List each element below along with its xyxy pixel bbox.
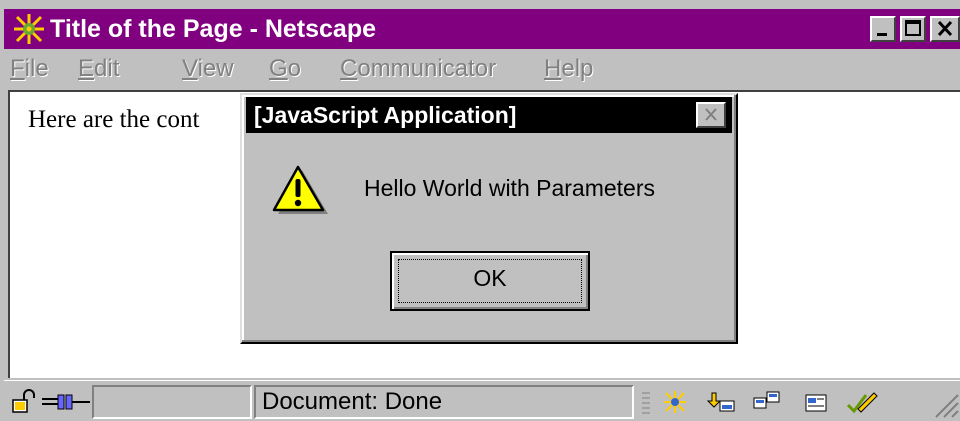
menu-file[interactable]: File xyxy=(10,55,49,83)
browser-window: Title of the Page - Netscape File Edit V… xyxy=(0,0,960,421)
warning-icon xyxy=(272,165,330,217)
navigator-icon[interactable] xyxy=(660,389,690,415)
dialog-title: [JavaScript Application] xyxy=(254,102,517,128)
window-title: Title of the Page - Netscape xyxy=(50,15,377,43)
status-panel: Document: Done xyxy=(254,385,634,419)
minimize-button[interactable] xyxy=(870,16,896,42)
dialog-titlebar[interactable]: [JavaScript Application] xyxy=(246,97,732,133)
menu-communicator[interactable]: Communicator xyxy=(340,55,496,83)
mailbox-icon[interactable] xyxy=(706,389,736,415)
netscape-icon xyxy=(12,12,46,46)
lock-icon[interactable] xyxy=(10,389,38,415)
status-text: Document: Done xyxy=(262,388,443,415)
menu-view[interactable]: View xyxy=(182,55,234,83)
page-text: Here are the cont xyxy=(28,106,200,133)
menu-bar: File Edit View Go Communicator Help xyxy=(4,49,960,89)
editor-icon[interactable] xyxy=(844,389,878,415)
alert-dialog: [JavaScript Application] Hello World wit… xyxy=(240,93,738,344)
maximize-button[interactable] xyxy=(900,16,926,42)
close-button[interactable] xyxy=(930,16,960,42)
menu-help[interactable]: Help xyxy=(544,55,593,83)
progress-panel xyxy=(92,385,252,419)
resize-grip-icon[interactable] xyxy=(930,389,960,419)
status-bar: Document: Done xyxy=(4,380,960,421)
window-titlebar[interactable]: Title of the Page - Netscape xyxy=(4,9,960,49)
connection-icon[interactable] xyxy=(40,389,94,415)
ok-button-label: OK xyxy=(473,265,507,291)
ok-button[interactable]: OK xyxy=(390,251,590,311)
dialog-close-button[interactable] xyxy=(696,102,726,128)
composer-icon[interactable] xyxy=(802,389,832,415)
menu-go[interactable]: Go xyxy=(269,55,301,83)
discussion-icon[interactable] xyxy=(752,389,782,415)
menu-edit[interactable]: Edit xyxy=(78,55,119,83)
grip-icon xyxy=(640,389,652,417)
dialog-message: Hello World with Parameters xyxy=(364,175,656,201)
